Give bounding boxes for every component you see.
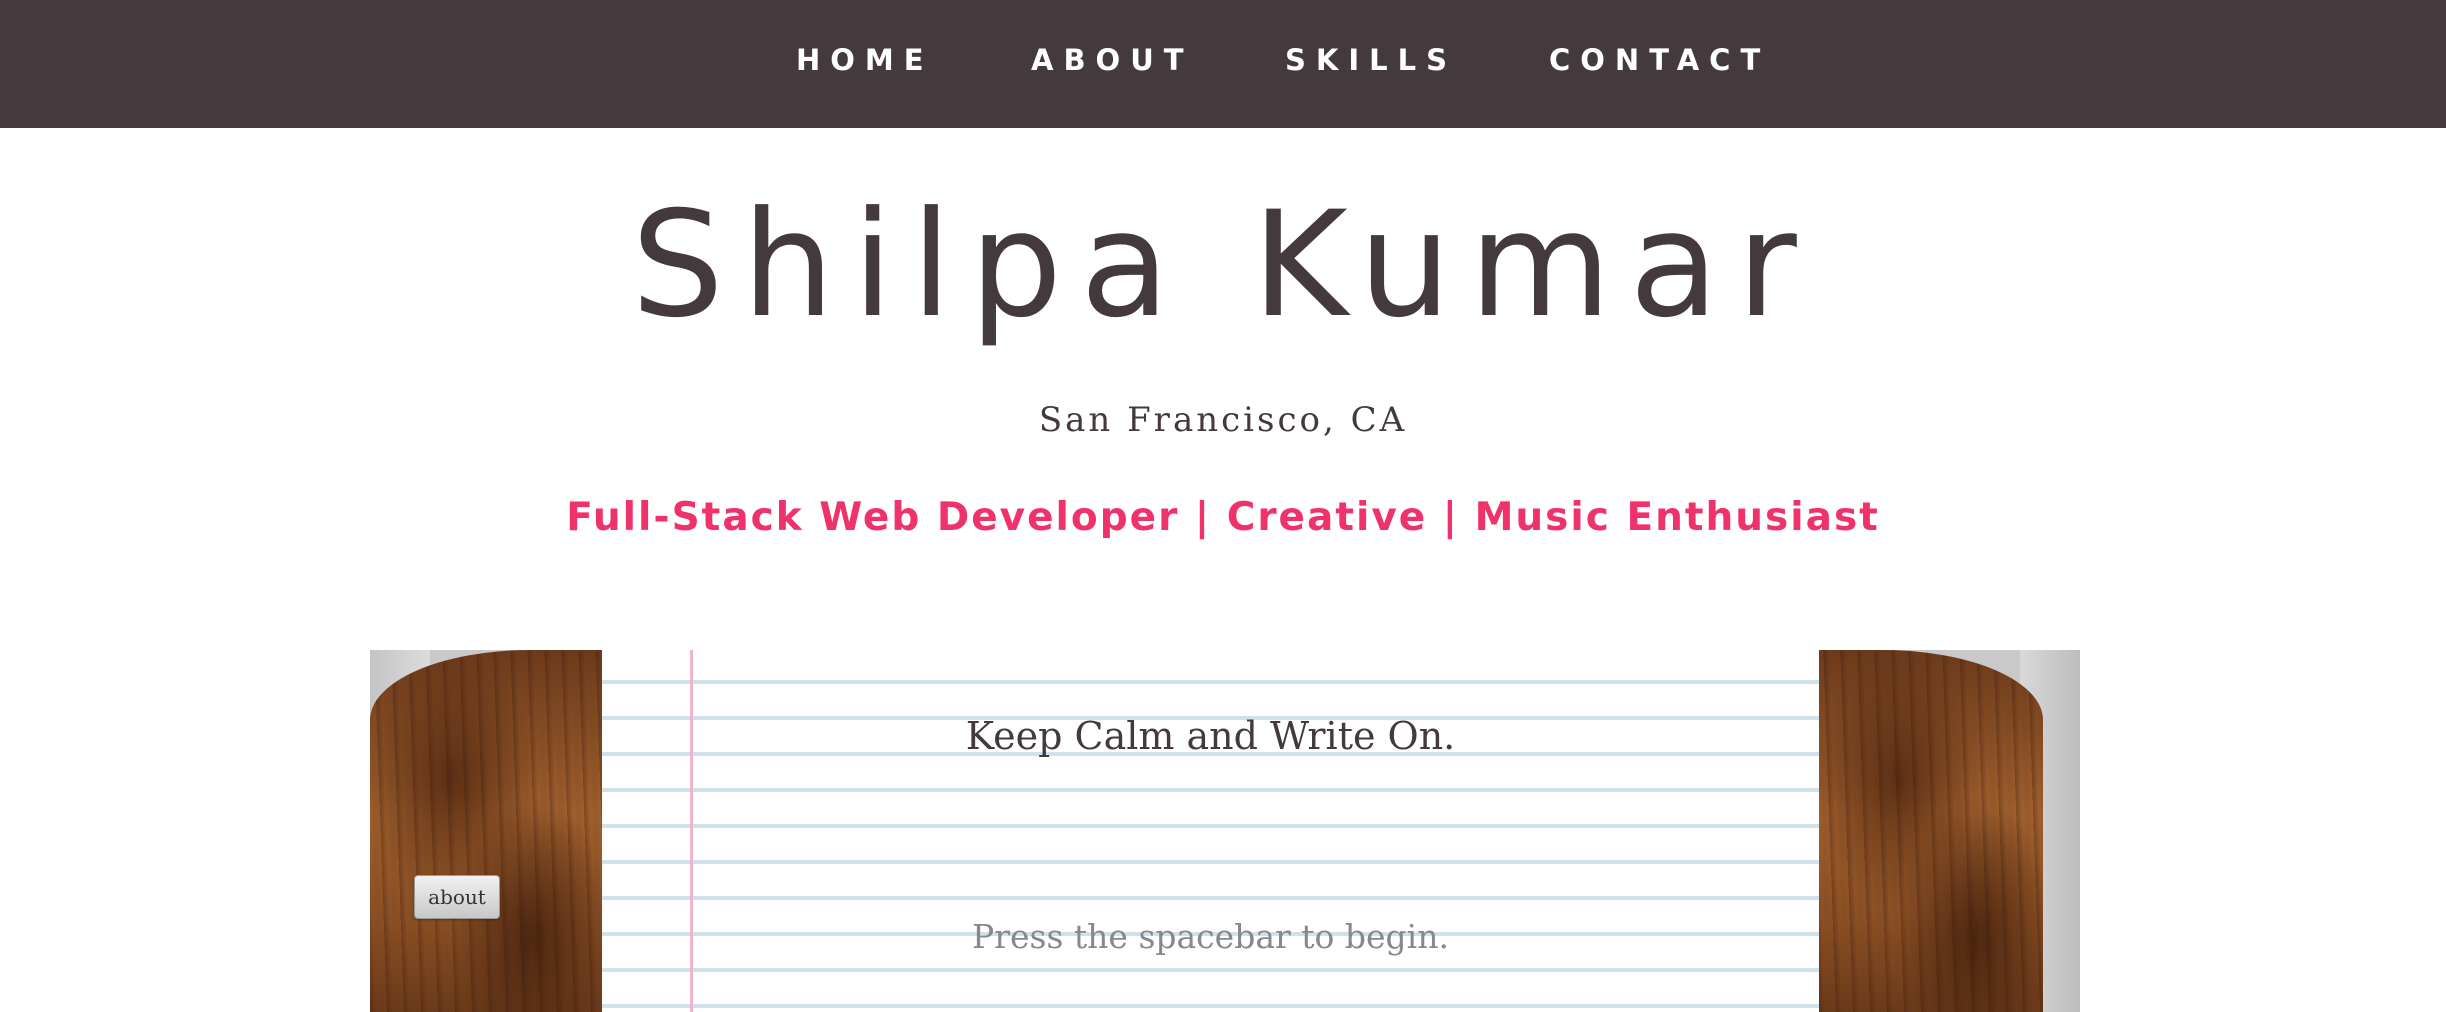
- profile-name: Shilpa Kumar: [631, 180, 1815, 350]
- paper-heading: Keep Calm and Write On.: [965, 714, 1456, 758]
- paper-prompt: Press the spacebar to begin.: [972, 917, 1449, 956]
- nav-home-link[interactable]: HOME: [796, 40, 934, 80]
- profile-tagline: Full-Stack Web Developer | Creative | Mu…: [566, 495, 1880, 540]
- wood-roller-right: [1819, 650, 2043, 1012]
- wood-roller-left: [370, 650, 602, 1012]
- about-button[interactable]: about: [414, 875, 500, 919]
- nav-contact-link[interactable]: CONTACT: [1549, 40, 1770, 80]
- nav-skills-link[interactable]: SKILLS: [1285, 40, 1457, 80]
- top-navbar: HOME ABOUT SKILLS CONTACT: [0, 0, 2446, 128]
- nav-about-link[interactable]: ABOUT: [1031, 40, 1194, 80]
- typewriter-panel: Keep Calm and Write On. Press the spaceb…: [370, 650, 2080, 1012]
- profile-location: San Francisco, CA: [1038, 400, 1408, 440]
- lined-paper[interactable]: Keep Calm and Write On. Press the spaceb…: [602, 650, 1819, 1012]
